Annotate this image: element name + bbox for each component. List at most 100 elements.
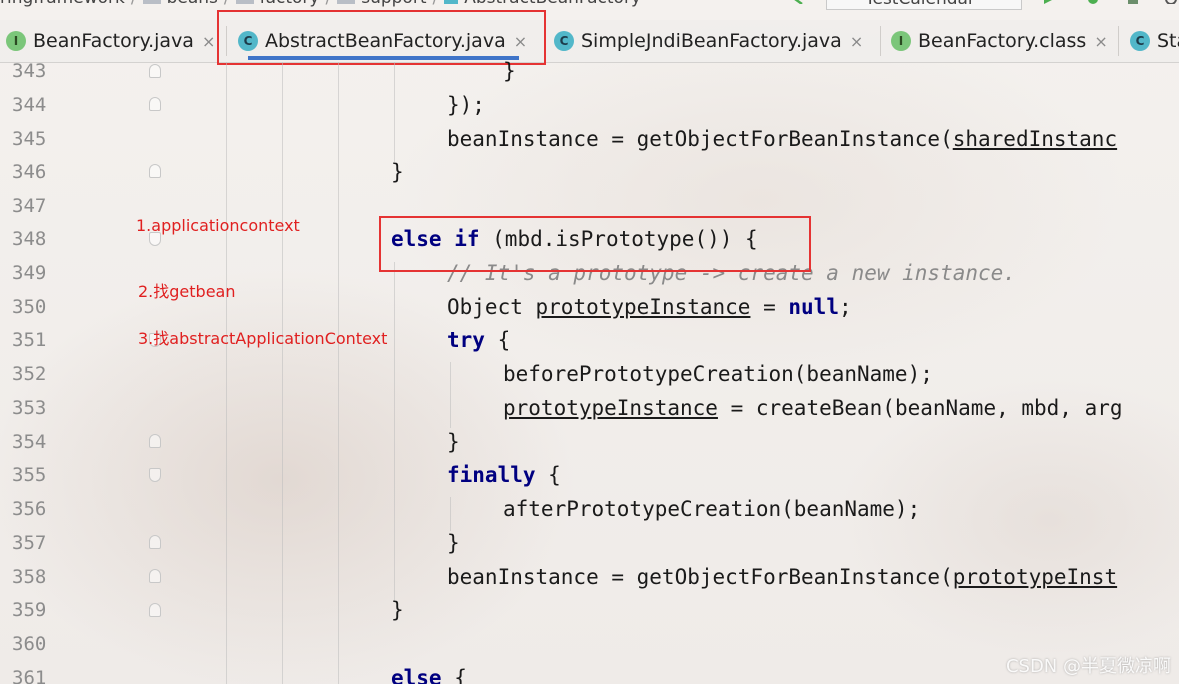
line-number: 360 xyxy=(12,633,47,655)
folder-icon xyxy=(235,0,254,4)
breadcrumb-separator: / xyxy=(433,0,439,8)
code-line-344[interactable]: }); xyxy=(447,88,485,122)
variable-ref: prototypeInstance xyxy=(503,396,718,420)
code-line-357[interactable]: } xyxy=(447,526,460,560)
indent-guide xyxy=(282,62,283,684)
debug-icon[interactable] xyxy=(1086,0,1100,4)
code-text: { xyxy=(441,666,467,684)
line-number: 348 xyxy=(12,228,47,250)
indent-guide xyxy=(226,62,227,684)
breadcrumb-separator: / xyxy=(325,0,331,8)
code-line-345[interactable]: beanInstance = getObjectForBeanInstance(… xyxy=(447,122,1117,156)
breadcrumb-separator: / xyxy=(131,0,137,8)
interface-icon: I xyxy=(6,31,26,51)
line-number: 344 xyxy=(12,94,47,116)
keyword: try xyxy=(447,328,485,352)
annotation-step-1: 1.applicationcontext xyxy=(136,216,300,235)
code-line-358[interactable]: beanInstance = getObjectForBeanInstance(… xyxy=(447,560,1117,594)
breadcrumb-item-3[interactable]: support xyxy=(361,0,426,8)
breadcrumb-item-1[interactable]: beans xyxy=(167,0,218,8)
code-text: beanInstance = getObjectForBeanInstance( xyxy=(447,127,953,151)
run-configuration-select[interactable]: TestCalendar xyxy=(826,0,1022,10)
line-number: 356 xyxy=(12,498,47,520)
fold-marker-icon[interactable] xyxy=(149,535,161,549)
tab-label: SimpleJndiBeanFactory.java xyxy=(581,30,842,52)
breadcrumb-item-4[interactable]: AbstractBeanFactory xyxy=(464,0,641,8)
line-number: 343 xyxy=(12,60,47,82)
code-line-351[interactable]: try { xyxy=(447,323,510,357)
fold-marker-icon[interactable] xyxy=(149,569,161,583)
code-line-352[interactable]: beforePrototypeCreation(beanName); xyxy=(503,357,933,391)
code-line-356[interactable]: afterPrototypeCreation(beanName); xyxy=(503,492,920,526)
breadcrumb-item-0[interactable]: ringframework xyxy=(0,0,125,8)
code-line-355[interactable]: finally { xyxy=(447,458,561,492)
keyword: else xyxy=(391,666,442,684)
coverage-icon[interactable] xyxy=(1126,0,1140,4)
code-line-353[interactable]: prototypeInstance = createBean(beanName,… xyxy=(503,391,1123,425)
code-line-346[interactable]: } xyxy=(391,155,404,189)
class-icon: C xyxy=(554,31,574,51)
code-line-359[interactable]: } xyxy=(391,593,404,627)
line-number: 354 xyxy=(12,431,47,453)
close-icon[interactable]: × xyxy=(1094,32,1107,51)
fold-marker-icon[interactable] xyxy=(149,434,161,448)
indent-guide xyxy=(338,62,339,684)
code-text: beanInstance = getObjectForBeanInstance( xyxy=(447,565,953,589)
breadcrumb-separator: / xyxy=(224,0,230,8)
code-text: { xyxy=(535,463,561,487)
line-number: 347 xyxy=(12,195,47,217)
annotation-step-2: 2.找getbean xyxy=(138,282,236,301)
watermark: CSDN @半夏微凉啊 xyxy=(1005,656,1171,677)
line-number: 352 xyxy=(12,363,47,385)
variable-ref: prototypeInstance xyxy=(535,295,751,319)
annotation-step-3: 3.找abstractApplicationContext xyxy=(138,329,388,348)
variable-ref: prototypeInst xyxy=(952,565,1118,589)
code-text: = createBean(beanName, mbd, arg xyxy=(717,396,1123,420)
code-highlight-box xyxy=(379,216,811,272)
tab-sta-truncated[interactable]: C Sta xyxy=(1130,20,1179,62)
fold-marker-icon[interactable] xyxy=(149,468,161,482)
variable-ref: sharedInstanc xyxy=(952,127,1118,151)
close-icon[interactable]: × xyxy=(202,32,215,51)
back-arrow-icon[interactable] xyxy=(792,0,806,4)
tab-simplejndibeanfactory-java[interactable]: C SimpleJndiBeanFactory.java × xyxy=(554,20,863,62)
code-line-350[interactable]: Object prototypeInstance = null; xyxy=(447,290,852,324)
fold-marker-icon[interactable] xyxy=(149,64,161,78)
line-number: 358 xyxy=(12,566,47,588)
line-number: 355 xyxy=(12,464,47,486)
class-icon: C xyxy=(1130,31,1150,51)
line-number: 350 xyxy=(12,296,47,318)
code-line-343[interactable]: } xyxy=(503,54,516,88)
code-text: = xyxy=(750,295,789,319)
run-icon[interactable] xyxy=(1042,0,1056,4)
tab-divider xyxy=(880,26,881,56)
tab-beanfactory-class[interactable]: I BeanFactory.class × xyxy=(891,20,1108,62)
editor-tab-bar: I BeanFactory.java × C AbstractBeanFacto… xyxy=(0,20,1179,63)
tab-label: BeanFactory.java xyxy=(33,30,194,52)
tab-highlight-box xyxy=(217,10,546,65)
run-configuration-label: TestCalendar xyxy=(865,0,975,9)
line-number: 353 xyxy=(12,397,47,419)
fold-marker-icon[interactable] xyxy=(149,164,161,178)
ide-editor-window: ringframework / beans / factory / support / Abst… xyxy=(0,0,1179,684)
code-text: ; xyxy=(838,295,852,319)
code-line-354[interactable]: } xyxy=(447,425,460,459)
fold-marker-icon[interactable] xyxy=(149,97,161,111)
indent-guide xyxy=(394,62,395,162)
folder-icon xyxy=(337,0,356,4)
line-number: 351 xyxy=(12,329,47,351)
close-icon[interactable]: × xyxy=(850,32,863,51)
code-line-361[interactable]: else { xyxy=(391,661,467,684)
interface-icon: I xyxy=(891,31,911,51)
tab-label: Sta xyxy=(1157,30,1179,52)
line-number: 349 xyxy=(12,262,47,284)
folder-icon xyxy=(142,0,161,4)
breadcrumb-item-2[interactable]: factory xyxy=(260,0,320,8)
line-number: 357 xyxy=(12,532,47,554)
tab-divider xyxy=(1118,26,1119,56)
profile-icon[interactable] xyxy=(1164,0,1178,4)
line-number: 361 xyxy=(12,667,47,684)
fold-marker-icon[interactable] xyxy=(149,603,161,617)
code-text: { xyxy=(484,328,511,352)
indent-guide xyxy=(394,262,395,602)
